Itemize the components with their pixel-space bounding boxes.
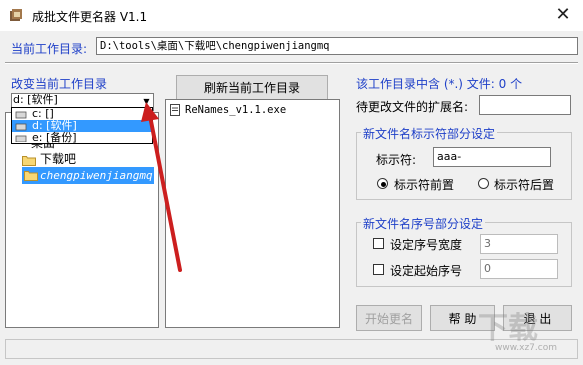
divider [5,62,578,64]
seq-start-label: 设定起始序号 [390,264,463,278]
svg-text:下载: 下载 [478,311,538,346]
seq-start-checkbox[interactable] [373,264,384,275]
file-item[interactable]: ReNames_v1.1.exe [185,103,286,117]
seq-start-input[interactable]: 0 [480,259,558,279]
radio-prefix-front[interactable] [377,178,388,189]
watermark-logo: 下载 [478,311,538,346]
window-title: 成批文件更名器 V1.1 [32,10,148,24]
seq-width-input[interactable]: 3 [480,234,558,254]
sequence-group-title: 新文件名序号部分设定 [361,215,486,232]
prefix-group-title: 新文件名标示符部分设定 [361,125,498,142]
tree-item-xiazaiba[interactable]: 下载吧 [40,151,76,167]
tree-item-chengpiwenjiangmq[interactable]: chengpiwenjiangmq [40,168,153,183]
drive-combo-value: d: [软件] [13,93,58,106]
radio-prefix-back-label: 标示符后置 [494,178,555,192]
seq-width-checkbox[interactable] [373,238,384,249]
directory-tree[interactable] [5,112,159,328]
ext-label: 待更改文件的扩展名: [356,100,469,114]
file-count-label: 该工作目录中含 (*.) 文件: 0 个 [356,77,523,91]
radio-prefix-back[interactable] [478,178,489,189]
seq-width-label: 设定序号宽度 [390,238,463,252]
file-icon [170,104,180,116]
current-dir-label: 当前工作目录: [11,42,88,56]
folder-open-icon [24,171,38,181]
prefix-label: 标示符: [376,153,417,167]
prefix-input[interactable]: aaa- [433,147,551,167]
app-icon [10,9,22,21]
folder-open-icon [22,156,36,166]
change-dir-label: 改变当前工作目录 [11,77,108,91]
start-rename-button[interactable]: 开始更名 [356,305,422,331]
close-button[interactable]: ✕ [553,5,573,25]
dropdown-option-e[interactable]: e: [备份] [12,132,152,144]
refresh-dir-button[interactable]: 刷新当前工作目录 [176,75,328,102]
current-dir-field[interactable]: D:\tools\桌面\下载吧\chengpiwenjiangmq [96,37,578,55]
file-list[interactable] [165,99,340,328]
watermark-text: www.xz7.com [495,343,557,353]
drive-icon [15,111,27,142]
radio-prefix-front-label: 标示符前置 [394,178,455,192]
ext-input[interactable] [479,95,571,115]
